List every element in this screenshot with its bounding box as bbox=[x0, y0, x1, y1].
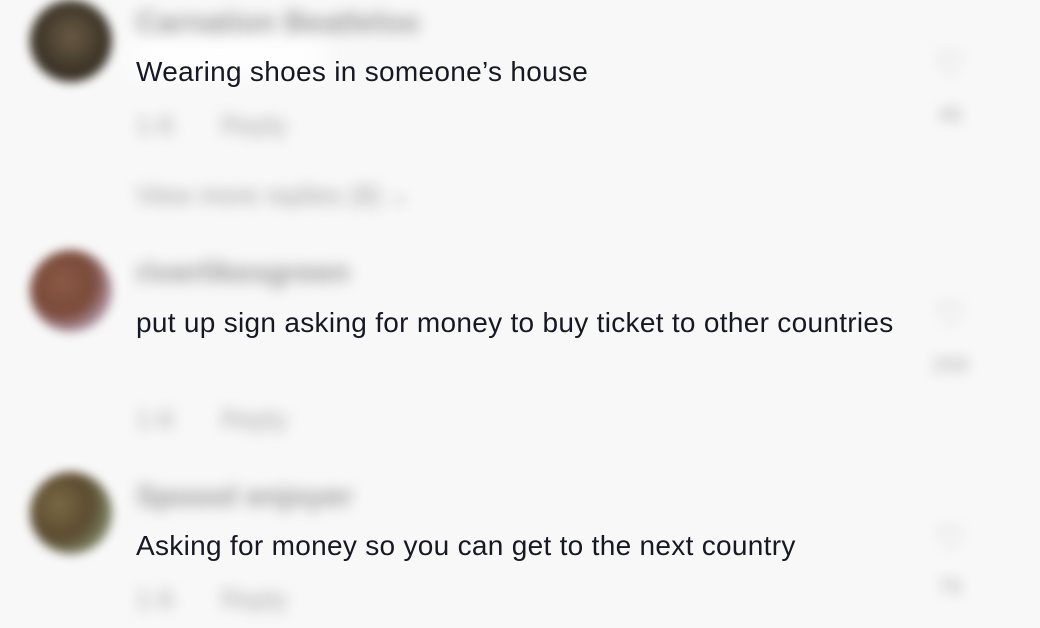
like-count: 268 bbox=[931, 352, 969, 377]
heart-icon[interactable]: ♡ bbox=[930, 48, 970, 82]
comment-text: Wearing shoes in someone’s house bbox=[136, 56, 589, 87]
heart-icon[interactable]: ♡ bbox=[930, 522, 970, 556]
comment-text: put up sign asking for money to buy tick… bbox=[136, 307, 894, 338]
chevron-down-icon: ⌄ bbox=[388, 180, 411, 210]
comment-list: Carnation Beatleloo Wearing shoes in som… bbox=[0, 0, 1040, 628]
avatar[interactable] bbox=[30, 250, 112, 332]
comment-time: 1-6 bbox=[136, 110, 174, 140]
view-replies-label: View more replies (8) bbox=[136, 180, 382, 210]
comment-meta: 1-6 Reply bbox=[136, 404, 327, 435]
heart-icon[interactable]: ♡ bbox=[930, 298, 970, 332]
comment-time: 1-6 bbox=[136, 584, 174, 614]
avatar[interactable] bbox=[30, 472, 112, 554]
comment-username[interactable]: riverlikesgreen bbox=[136, 256, 349, 290]
reply-button[interactable]: Reply bbox=[221, 404, 287, 434]
like-count: 76 bbox=[937, 574, 963, 599]
comment-time: 1-6 bbox=[136, 404, 174, 434]
avatar[interactable] bbox=[30, 0, 112, 82]
reply-button[interactable]: Reply bbox=[221, 584, 287, 614]
comment-text: Asking for money so you can get to the n… bbox=[136, 530, 796, 561]
comment-meta: 1-6 Reply bbox=[136, 584, 327, 615]
reply-button[interactable]: Reply bbox=[221, 110, 287, 140]
like-count: 46 bbox=[937, 102, 963, 127]
view-replies-button[interactable]: View more replies (8) ⌄ bbox=[136, 180, 410, 211]
comment-username[interactable]: Carnation Beatleloo bbox=[136, 6, 419, 40]
comment-username[interactable]: Spoool enjoyer bbox=[136, 480, 353, 514]
comment-meta: 1-6 Reply bbox=[136, 110, 327, 141]
